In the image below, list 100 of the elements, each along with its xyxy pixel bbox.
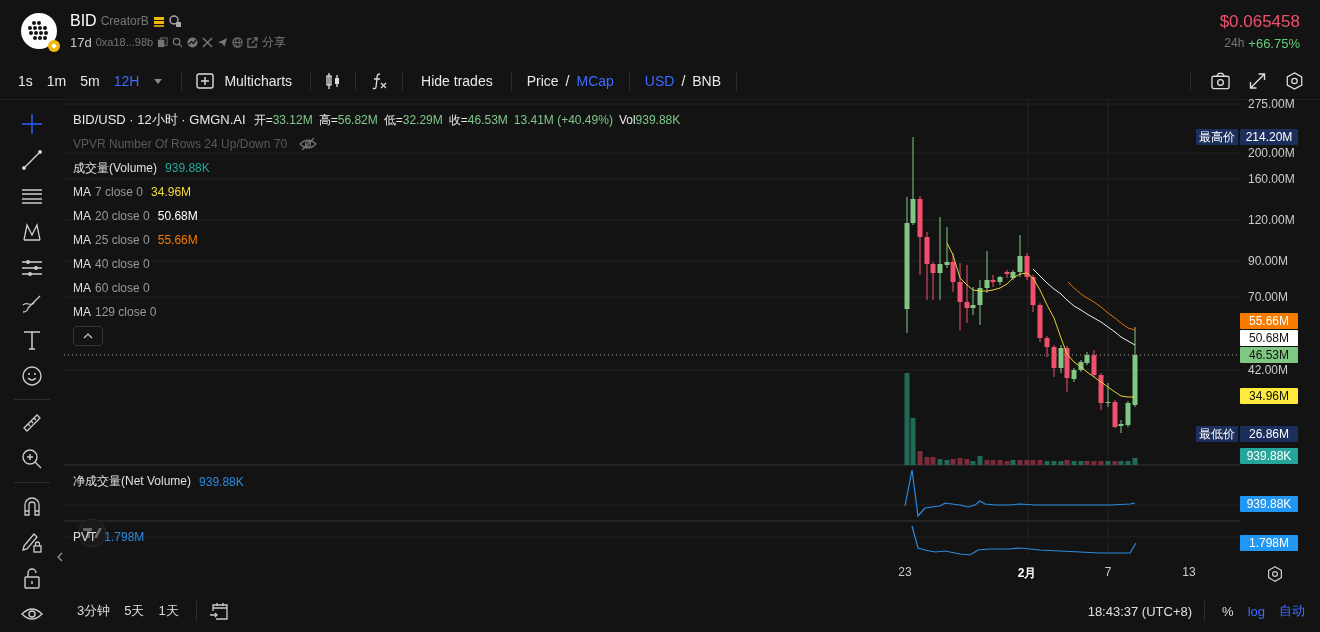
ohlc-value: 56.82M <box>337 113 378 127</box>
interval-tab[interactable]: 1m <box>42 70 71 91</box>
volume-value: 939.88K <box>635 113 681 127</box>
pattern-icon[interactable] <box>21 221 43 243</box>
brush-icon[interactable] <box>21 293 43 315</box>
price-badge: 50.68M <box>1240 330 1298 346</box>
ohlc-value: 46.53M <box>467 113 508 127</box>
toggle-option[interactable]: BNB <box>691 70 723 91</box>
ohlc-label: 开= <box>253 111 273 129</box>
price-tick: 90.00M <box>1248 253 1289 269</box>
indicator-params: 20 close 0 <box>95 209 150 223</box>
price-tick: 70.00M <box>1248 289 1289 305</box>
indicator-value: 55.66M <box>157 233 198 247</box>
pencil-lock-icon[interactable] <box>21 531 43 553</box>
creator-name[interactable]: CreatorB <box>100 13 149 28</box>
chart-circle-icon[interactable] <box>187 36 199 48</box>
token-age: 17d <box>70 34 92 50</box>
search-icon[interactable] <box>172 36 184 48</box>
separator-slash: / <box>681 72 686 89</box>
time-axis-label: 7 <box>1104 565 1112 579</box>
price-tick: 160.00M <box>1248 171 1295 187</box>
text-tool-icon[interactable] <box>21 329 43 351</box>
indicator-value: 939.88K <box>165 161 210 175</box>
indicator-value: 1.798M <box>104 530 145 544</box>
copy-icon[interactable] <box>157 36 169 48</box>
indicator-params: 7 close 0 <box>95 185 144 199</box>
sliders-icon[interactable] <box>21 257 43 279</box>
fullscreen-icon[interactable] <box>1248 71 1267 90</box>
scale-option[interactable]: 自动 <box>1274 600 1310 622</box>
send-icon[interactable] <box>217 36 229 48</box>
globe-icon[interactable] <box>232 36 244 48</box>
time-axis-label: 23 <box>898 565 912 579</box>
interval-tab[interactable]: 12H <box>109 70 144 91</box>
trend-line-icon[interactable] <box>21 149 43 171</box>
chain-badge-icon <box>48 40 60 52</box>
indicator-params: 25 close 0 <box>95 233 150 247</box>
toggle-option[interactable]: MCap <box>575 70 615 91</box>
vpvr-label: VPVR Number Of Rows 24 Up/Down 70 <box>73 137 288 151</box>
dev-icon <box>168 14 181 27</box>
unlock-icon[interactable] <box>21 567 43 589</box>
price-badge: 214.20M <box>1240 129 1298 145</box>
ruler-icon[interactable] <box>21 412 43 434</box>
toggle-option[interactable]: Price <box>525 70 560 91</box>
ohlc-label: 低= <box>383 111 403 129</box>
token-logo-icon <box>20 12 58 50</box>
time-axis-label: 2月 <box>1017 565 1037 582</box>
interval-tab[interactable]: 5m <box>76 70 104 91</box>
chevron-up-icon <box>83 333 93 339</box>
price-badge: 55.66M <box>1240 313 1298 329</box>
price-tag: 最低价 <box>1196 426 1238 442</box>
chevron-left-icon[interactable] <box>57 552 63 562</box>
toggle-option[interactable]: USD <box>643 70 676 91</box>
indicator-name: MA <box>73 257 91 271</box>
indicator-name: MA <box>73 281 91 295</box>
price-tick: 275.00M <box>1248 96 1295 112</box>
ohlc-label: 高= <box>318 111 338 129</box>
price-badge: 46.53M <box>1240 347 1298 363</box>
token-symbol: BID <box>70 11 97 30</box>
add-chart-icon[interactable] <box>196 72 215 89</box>
indicator-params: 60 close 0 <box>95 281 150 295</box>
magnet-icon[interactable] <box>21 495 43 517</box>
function-icon[interactable] <box>370 71 389 90</box>
collapse-button[interactable] <box>73 326 103 346</box>
share-icon[interactable] <box>247 36 259 48</box>
settings-icon[interactable] <box>1267 566 1283 582</box>
change-period: 24h <box>1224 36 1245 50</box>
eye-off-icon[interactable] <box>299 137 318 151</box>
settings-icon[interactable] <box>1285 71 1304 90</box>
range-button[interactable]: 5天 <box>119 600 150 622</box>
interval-tab[interactable]: 1s <box>14 70 37 91</box>
separator-slash: / <box>565 72 570 89</box>
candles-icon[interactable] <box>325 71 342 90</box>
price-change: 13.41M (+40.49%) <box>513 113 613 127</box>
x-icon[interactable] <box>202 36 214 48</box>
hide-trades-button[interactable]: Hide trades <box>417 70 497 91</box>
emoji-icon[interactable] <box>21 365 43 387</box>
price-badge: 939.88K <box>1240 448 1298 464</box>
price-badge: 34.96M <box>1240 388 1298 404</box>
time-axis-label: 13 <box>1182 565 1196 579</box>
indicator-params: 129 close 0 <box>95 305 157 319</box>
crosshair-icon[interactable] <box>21 113 43 135</box>
price-change: +66.75% <box>1248 35 1300 51</box>
indicator-name: MA <box>73 233 91 247</box>
chart-title: BID/USD · 12小时 · GMGN.AI <box>73 111 246 129</box>
zoom-in-icon[interactable] <box>21 448 43 470</box>
range-button[interactable]: 1天 <box>153 600 184 622</box>
volume-label: Vol <box>618 113 636 127</box>
calendar-icon[interactable] <box>208 602 229 620</box>
range-button[interactable]: 3分钟 <box>72 600 116 622</box>
scale-option[interactable]: log <box>1242 601 1270 621</box>
indicator-value: 50.68M <box>157 209 198 223</box>
scale-option[interactable]: % <box>1217 601 1239 621</box>
indicator-params: 40 close 0 <box>95 257 150 271</box>
multicharts-button[interactable]: Multicharts <box>220 70 297 91</box>
indicator-name: PVT <box>73 530 97 544</box>
camera-icon[interactable] <box>1211 71 1230 90</box>
share-link[interactable]: 分享 <box>262 33 287 51</box>
price-badge: 1.798M <box>1240 535 1298 551</box>
indicator-name: MA <box>73 185 91 199</box>
ohlc-value: 33.12M <box>272 113 313 127</box>
